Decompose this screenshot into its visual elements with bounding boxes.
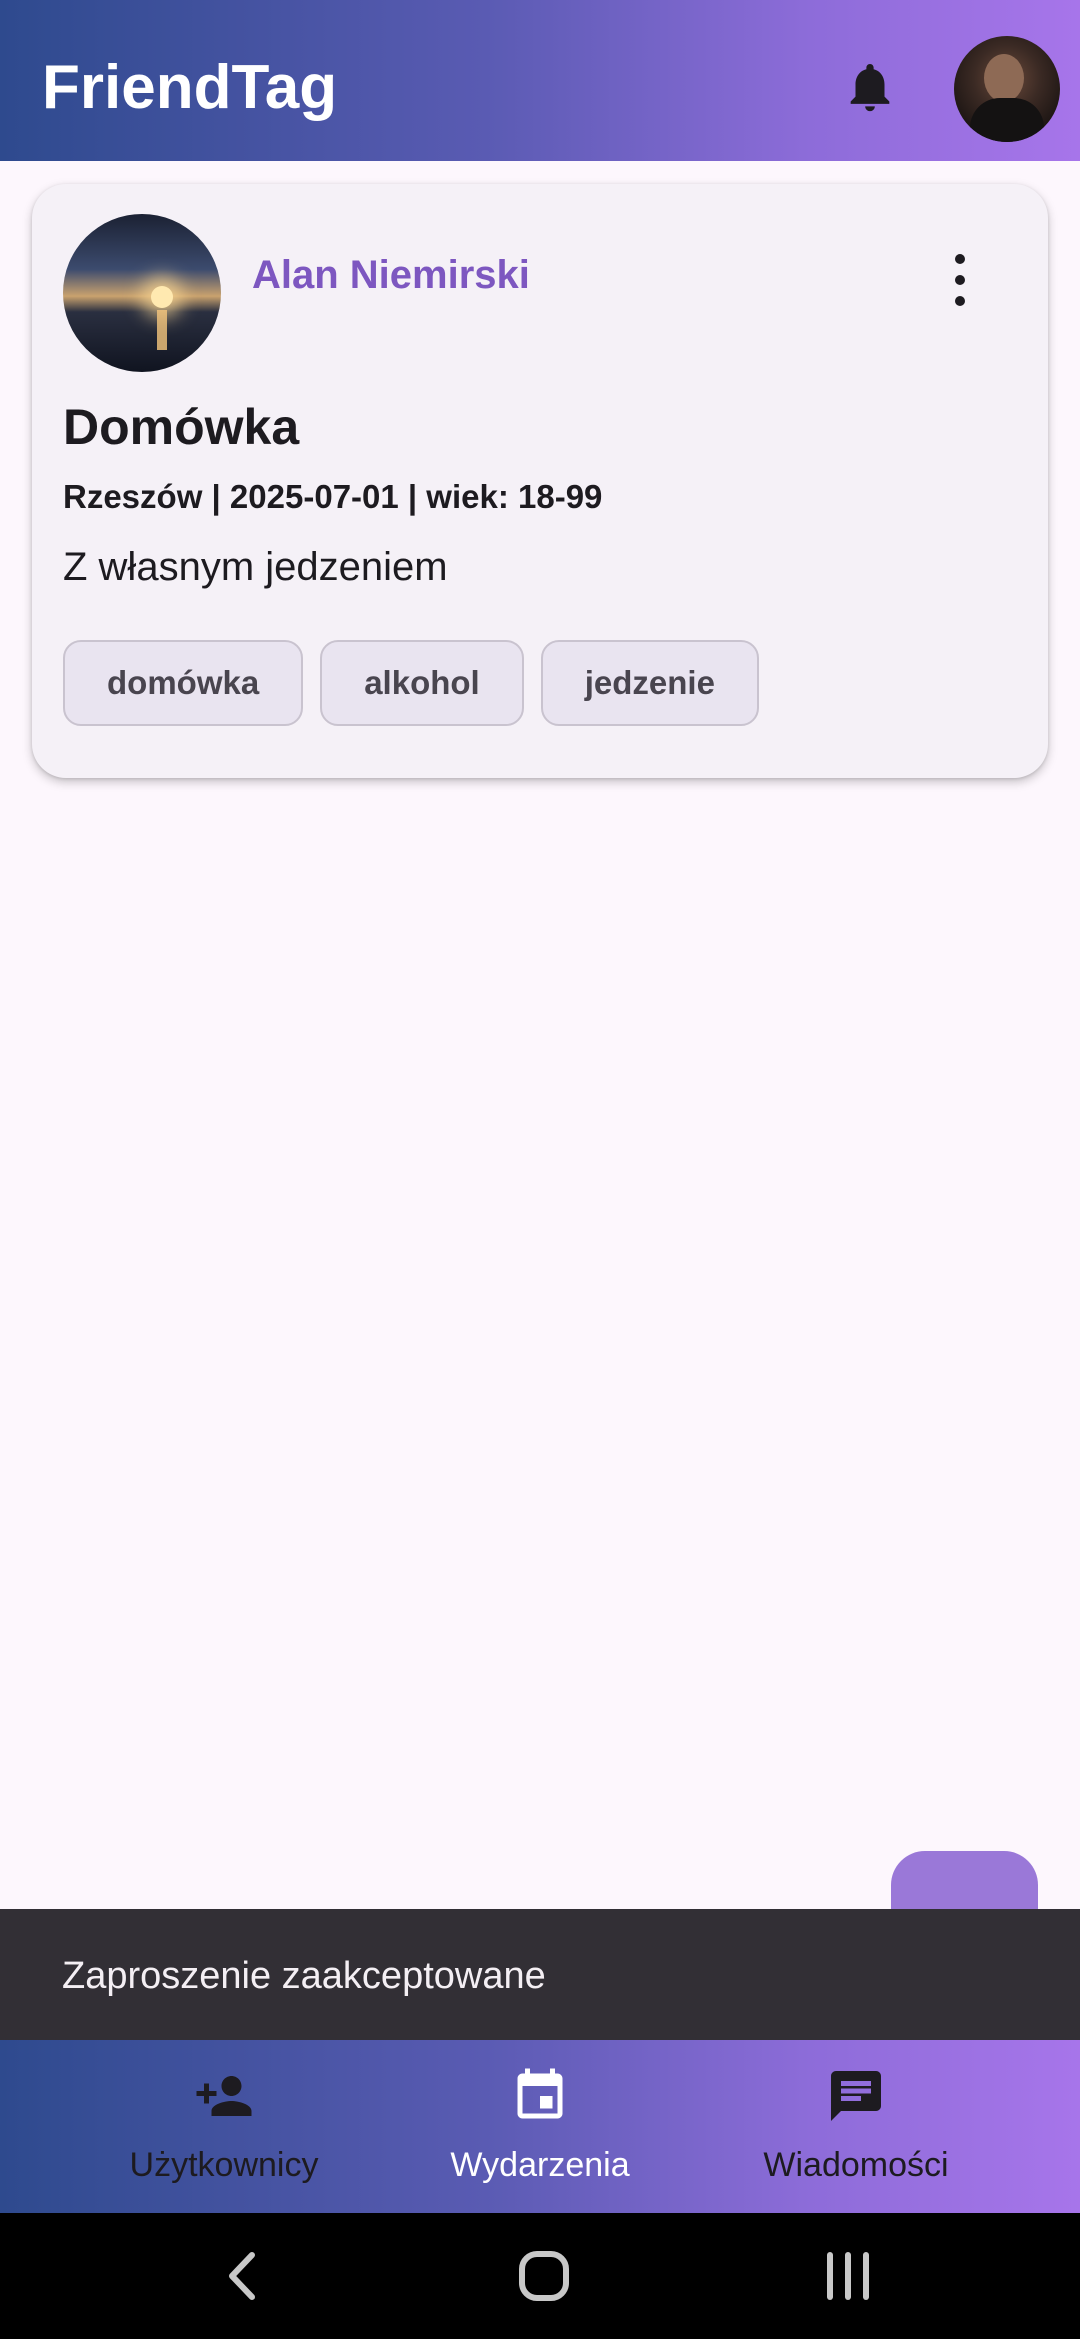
nav-label-users: Użytkownicy [129,2146,319,2184]
event-meta: Rzeszów | 2025-07-01 | wiek: 18-99 [63,478,603,515]
system-navigation-bar [0,2213,1080,2339]
tag-chip[interactable]: alkohol [320,640,524,726]
screen: FriendTag Alan Niemirski Domówka Rzeszów… [0,0,1080,2339]
event-description: Z własnym jedzeniem [63,545,448,589]
snackbar: Zaproszenie zaakceptowane [0,1909,1080,2040]
avatar-body [970,98,1044,142]
nav-item-users[interactable]: Użytkownicy [74,2040,374,2213]
tag-chip[interactable]: domówka [63,640,304,726]
home-icon[interactable] [509,2241,579,2311]
message-icon [826,2066,886,2126]
snackbar-message: Zaproszenie zaakceptowane [62,1955,546,1997]
avatar-sun [151,286,173,308]
recent-apps-icon[interactable] [813,2241,883,2311]
author-avatar[interactable] [63,214,221,372]
tag-chip[interactable]: jedzenie [540,640,759,726]
profile-avatar[interactable] [954,36,1060,142]
bell-icon[interactable] [841,58,899,116]
event-title: Domówka [63,399,300,455]
event-author[interactable]: Alan Niemirski [252,250,530,300]
avatar-reflection [157,310,167,350]
nav-label-events: Wydarzenia [450,2146,630,2184]
bottom-navigation: Użytkownicy Wydarzenia Wiadomości [0,2040,1080,2213]
event-card[interactable]: Alan Niemirski Domówka Rzeszów | 2025-07… [32,184,1048,778]
app-title: FriendTag [42,53,338,122]
person-add-icon [194,2066,254,2126]
event-tags: domówka alkohol jedzenie [63,640,759,726]
avatar-face [984,54,1024,102]
back-icon[interactable] [208,2241,278,2311]
nav-item-messages[interactable]: Wiadomości [706,2040,1006,2213]
nav-label-messages: Wiadomości [763,2146,949,2184]
app-bar: FriendTag [0,0,1080,161]
calendar-icon [510,2066,570,2126]
nav-item-events[interactable]: Wydarzenia [390,2040,690,2213]
more-vert-icon[interactable] [930,240,990,320]
